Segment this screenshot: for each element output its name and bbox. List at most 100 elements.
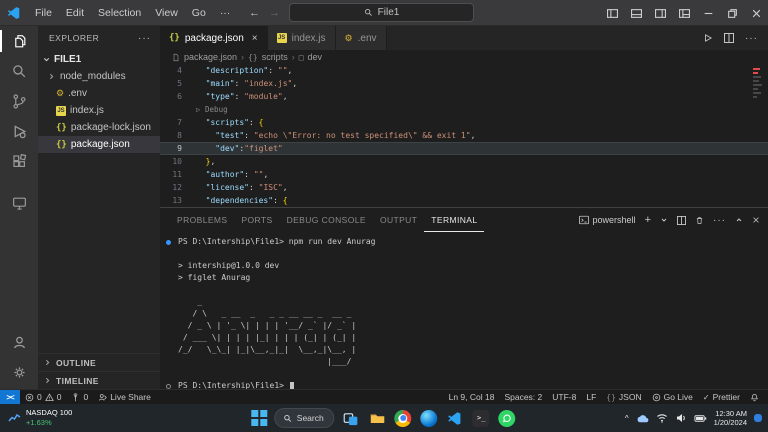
tab-env[interactable]: ⚙ .env bbox=[336, 26, 387, 50]
toggle-sidebar-icon[interactable] bbox=[600, 0, 624, 26]
code-line-6[interactable]: 6 "type": "module", bbox=[160, 90, 768, 103]
manage-button[interactable] bbox=[0, 357, 38, 387]
tab-debug-console[interactable]: DEBUG CONSOLE bbox=[280, 208, 373, 232]
remote-indicator[interactable]: >< bbox=[0, 390, 20, 404]
customize-layout-icon[interactable] bbox=[672, 0, 696, 26]
minimap[interactable] bbox=[750, 66, 766, 100]
file-row-env[interactable]: ⚙ .env bbox=[38, 85, 160, 102]
whatsapp-icon[interactable] bbox=[498, 409, 517, 428]
activity-explorer[interactable] bbox=[0, 26, 38, 56]
maximize-button[interactable] bbox=[720, 0, 744, 26]
go-live-button[interactable]: Go Live bbox=[647, 392, 698, 402]
problems-indicator[interactable]: 0 0 bbox=[20, 392, 66, 402]
code-line-4[interactable]: 4 "description": "", bbox=[160, 64, 768, 77]
terminal-app-icon[interactable]: >_ bbox=[472, 409, 491, 428]
split-editor-icon[interactable] bbox=[724, 33, 734, 43]
chevron-down-icon[interactable] bbox=[660, 216, 668, 224]
activity-search[interactable] bbox=[0, 56, 38, 86]
code-editor[interactable]: 4 "description": "",5 "main": "index.js"… bbox=[160, 64, 768, 207]
tab-problems[interactable]: PROBLEMS bbox=[170, 208, 234, 232]
toggle-panel-icon[interactable] bbox=[624, 0, 648, 26]
new-terminal-icon[interactable]: + bbox=[645, 214, 651, 226]
code-line-8[interactable]: 8 "test": "echo \"Error: no test specifi… bbox=[160, 129, 768, 142]
accounts-button[interactable] bbox=[0, 327, 38, 357]
task-view-icon[interactable] bbox=[342, 409, 361, 428]
file-explorer-icon[interactable] bbox=[368, 409, 387, 428]
kill-terminal-icon[interactable] bbox=[695, 216, 704, 225]
menu-file[interactable]: File bbox=[28, 0, 59, 26]
chrome-icon[interactable] bbox=[394, 409, 413, 428]
onedrive-cloud-icon[interactable] bbox=[636, 413, 649, 424]
menu-overflow[interactable]: ··· bbox=[213, 0, 238, 26]
menu-go[interactable]: Go bbox=[185, 0, 213, 26]
encoding[interactable]: UTF-8 bbox=[547, 392, 581, 402]
broadcast-indicator[interactable]: 0 bbox=[66, 392, 93, 402]
more-actions-icon[interactable]: ··· bbox=[745, 33, 758, 44]
code-line-7[interactable]: 7 "scripts": { bbox=[160, 116, 768, 129]
tab-package-json[interactable]: {} package.json × bbox=[160, 26, 268, 50]
timeline-section[interactable]: TIMELINE bbox=[38, 371, 160, 389]
activity-remote-explorer[interactable] bbox=[0, 188, 38, 218]
tab-terminal[interactable]: TERMINAL bbox=[424, 208, 484, 232]
close-icon[interactable]: × bbox=[252, 33, 258, 44]
explorer-root-folder[interactable]: FILE1 bbox=[38, 50, 160, 68]
notifications-button[interactable] bbox=[745, 393, 764, 402]
indentation[interactable]: Spaces: 2 bbox=[499, 392, 547, 402]
taskbar-search[interactable]: Search bbox=[274, 408, 335, 428]
split-terminal-icon[interactable] bbox=[677, 216, 686, 225]
terminal-shell-selector[interactable]: powershell bbox=[579, 215, 636, 225]
menu-edit[interactable]: Edit bbox=[59, 0, 91, 26]
widgets-button[interactable]: NASDAQ 100 +1.63% bbox=[8, 408, 72, 427]
forward-arrow-icon[interactable]: → bbox=[269, 7, 280, 19]
activity-extensions[interactable] bbox=[0, 146, 38, 176]
wifi-icon[interactable] bbox=[656, 412, 668, 424]
activity-source-control[interactable] bbox=[0, 86, 38, 116]
activity-run-debug[interactable] bbox=[0, 116, 38, 146]
code-line-13[interactable]: 13 "dependencies": { bbox=[160, 194, 768, 207]
toggle-secondary-sidebar-icon[interactable] bbox=[648, 0, 672, 26]
codelens-debug[interactable]: ▷ Debug bbox=[160, 103, 768, 116]
notification-badge[interactable] bbox=[754, 414, 762, 422]
menu-view[interactable]: View bbox=[148, 0, 185, 26]
file-row-package-json[interactable]: {} package.json bbox=[38, 136, 160, 153]
code-line-5[interactable]: 5 "main": "index.js", bbox=[160, 77, 768, 90]
volume-icon[interactable] bbox=[675, 412, 687, 424]
file-row-index-js[interactable]: JS index.js bbox=[38, 102, 160, 119]
tab-output[interactable]: OUTPUT bbox=[373, 208, 424, 232]
prettier-button[interactable]: ✓ Prettier bbox=[698, 392, 745, 402]
back-arrow-icon[interactable]: ← bbox=[249, 7, 260, 19]
tab-ports[interactable]: PORTS bbox=[234, 208, 279, 232]
file-row-package-lock[interactable]: {} package-lock.json bbox=[38, 119, 160, 136]
breadcrumb-scope[interactable]: scripts bbox=[262, 52, 288, 62]
close-panel-icon[interactable] bbox=[752, 216, 760, 224]
battery-icon[interactable] bbox=[694, 413, 707, 424]
code-line-10[interactable]: 10 }, bbox=[160, 155, 768, 168]
minimize-button[interactable] bbox=[696, 0, 720, 26]
explorer-more-actions-icon[interactable]: ··· bbox=[138, 33, 151, 44]
eol-sequence[interactable]: LF bbox=[581, 392, 601, 402]
live-share-button[interactable]: Live Share bbox=[93, 392, 156, 402]
breadcrumb-symbol[interactable]: dev bbox=[308, 52, 323, 62]
vscode-app-icon[interactable] bbox=[446, 409, 465, 428]
cursor-position[interactable]: Ln 9, Col 18 bbox=[444, 392, 500, 402]
tab-index-js[interactable]: JS index.js bbox=[268, 26, 336, 50]
code-line-12[interactable]: 12 "license": "ISC", bbox=[160, 181, 768, 194]
close-button[interactable] bbox=[744, 0, 768, 26]
terminal-output[interactable]: PS D:\Intership\File1> npm run dev Anura… bbox=[160, 233, 768, 389]
panel-more-actions-icon[interactable]: ··· bbox=[713, 215, 726, 226]
clock[interactable]: 12:30 AM 1/20/2024 bbox=[714, 409, 747, 428]
edge-icon[interactable] bbox=[420, 409, 439, 428]
tray-chevron-up-icon[interactable]: ^ bbox=[625, 414, 629, 423]
run-button-icon[interactable] bbox=[703, 33, 713, 43]
maximize-panel-icon[interactable] bbox=[735, 216, 743, 224]
file-row-node-modules[interactable]: node_modules bbox=[38, 68, 160, 85]
command-center-search[interactable]: File1 bbox=[289, 3, 474, 22]
breadcrumb-file[interactable]: package.json bbox=[184, 52, 237, 62]
outline-section[interactable]: OUTLINE bbox=[38, 353, 160, 371]
start-button-icon[interactable] bbox=[251, 410, 267, 426]
code-line-9[interactable]: 9 "dev":"figlet" bbox=[160, 142, 768, 155]
language-mode[interactable]: {} JSON bbox=[601, 392, 646, 402]
window-controls bbox=[600, 0, 768, 26]
code-line-11[interactable]: 11 "author": "", bbox=[160, 168, 768, 181]
menu-selection[interactable]: Selection bbox=[91, 0, 148, 26]
